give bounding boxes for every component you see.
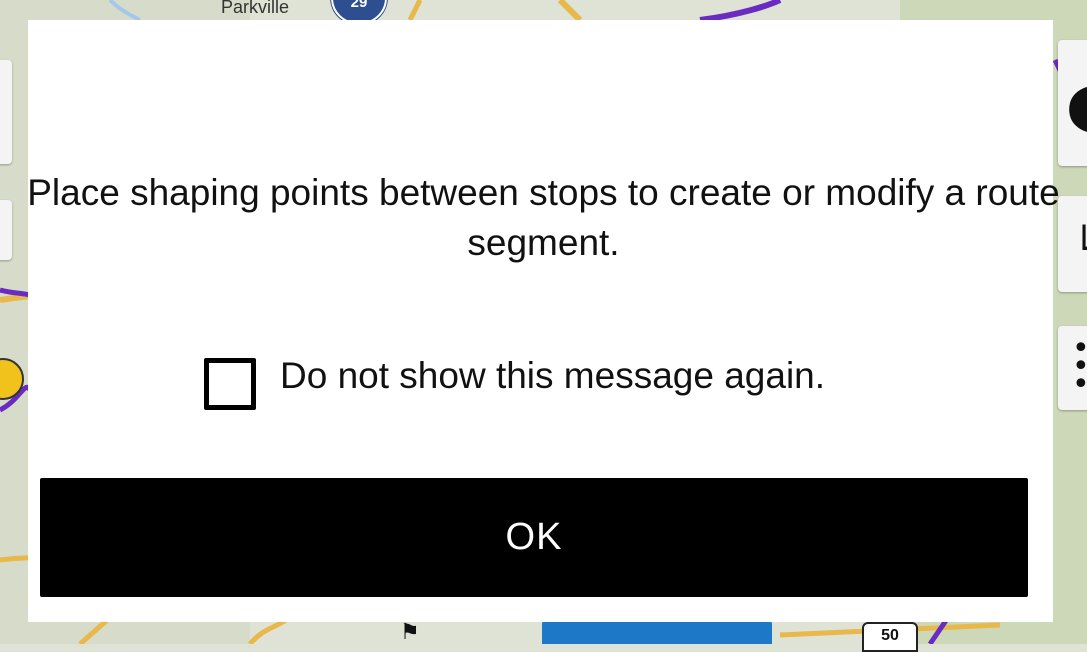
bottom-action-button[interactable]: [542, 620, 772, 644]
dialog-message: Place shaping points between stops to cr…: [27, 172, 1060, 263]
dont-show-again-checkbox[interactable]: [204, 358, 256, 410]
dont-show-again-row[interactable]: Do not show this message again.: [204, 348, 825, 410]
left-edge-button[interactable]: [0, 60, 12, 164]
map-place-label: Parkville: [221, 0, 290, 17]
dont-show-again-label[interactable]: Do not show this message again.: [280, 355, 825, 397]
search-icon[interactable]: ◖: [1066, 70, 1087, 140]
more-vert-icon: •••: [1072, 334, 1087, 400]
flag-icon[interactable]: ⚑: [400, 620, 420, 645]
ok-button[interactable]: OK: [40, 478, 1028, 597]
us-route-shield-icon: 50: [862, 622, 918, 652]
shaping-points-dialog: Place shaping points between stops to cr…: [27, 20, 1060, 622]
